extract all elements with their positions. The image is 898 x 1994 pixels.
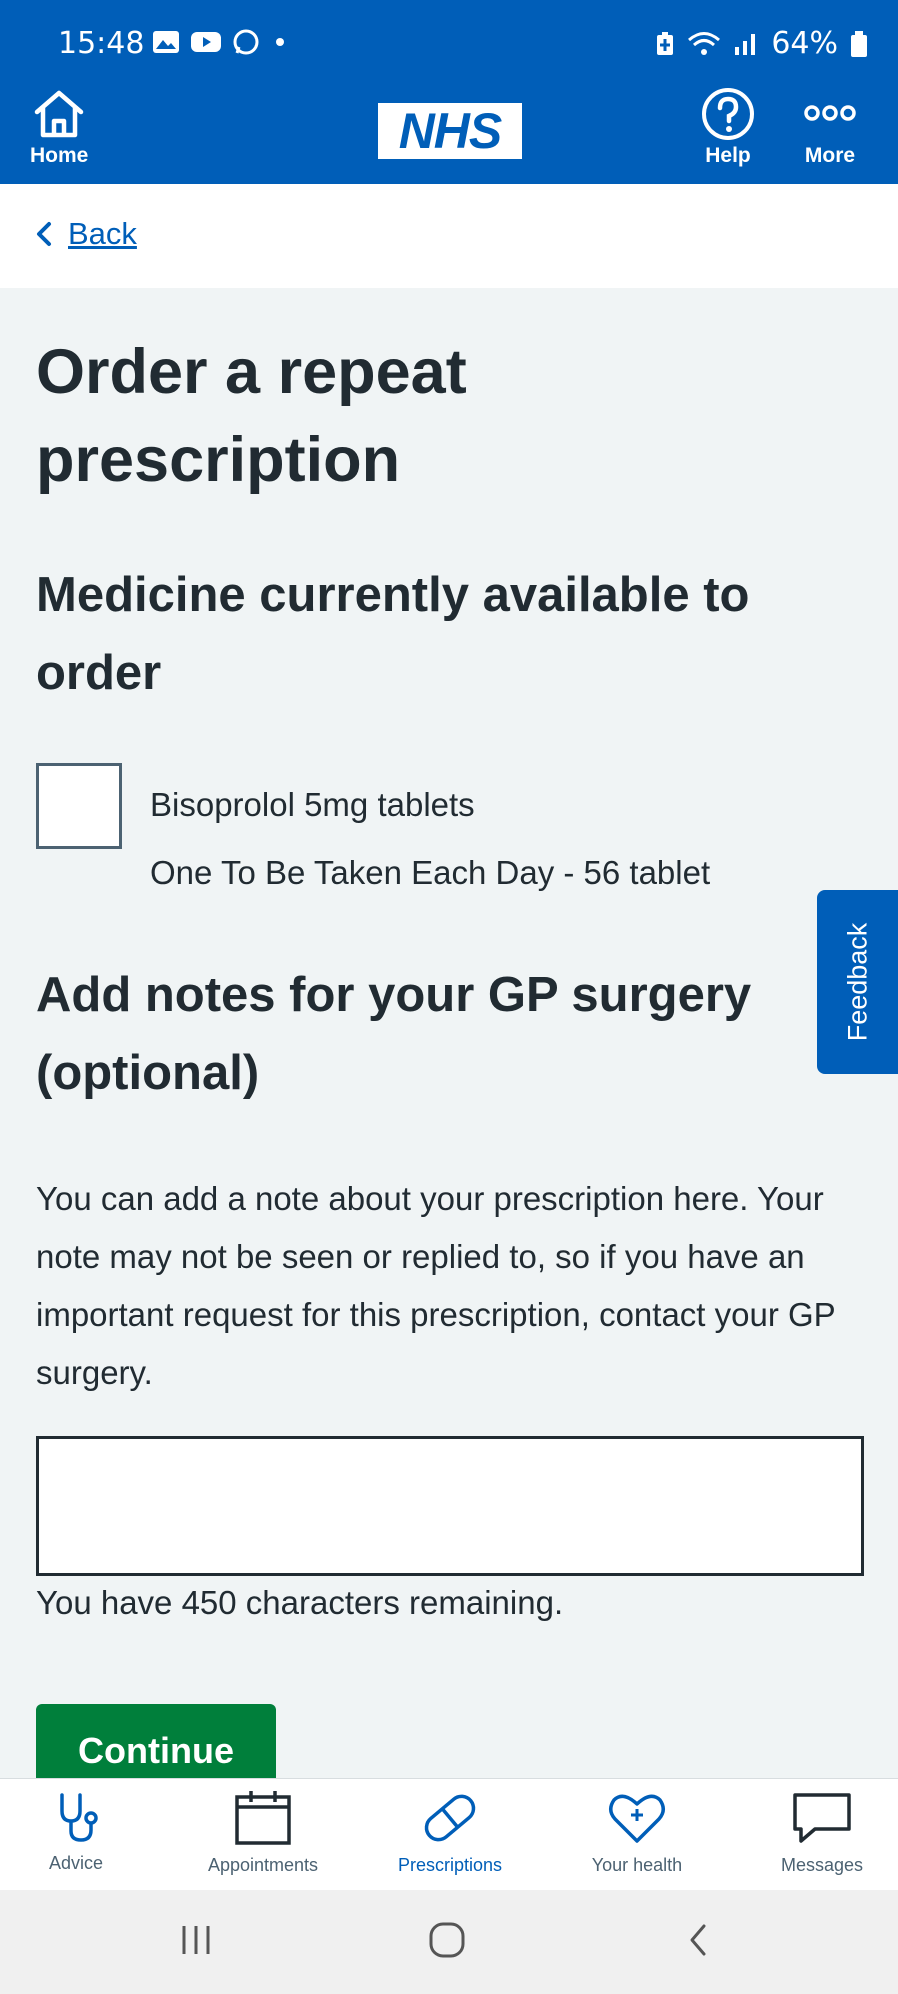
whatsapp-icon <box>233 29 259 55</box>
help-button[interactable]: Help <box>700 86 756 168</box>
dot-icon <box>276 38 284 46</box>
back-link[interactable]: Back <box>36 216 137 252</box>
stethoscope-icon <box>60 1793 98 1842</box>
bottom-navigation: Advice Appointments Prescriptions Your h… <box>0 1778 898 1890</box>
status-bar: 15:48 64% <box>0 0 898 86</box>
nhs-logo: NHS <box>378 103 522 159</box>
more-button[interactable]: More <box>802 86 858 168</box>
status-time: 15:48 <box>58 26 145 61</box>
characters-remaining: You have 450 characters remaining. <box>36 1584 564 1621</box>
tab-messages-label: Messages <box>780 1855 864 1875</box>
help-icon <box>702 88 754 140</box>
home-button[interactable]: Home <box>30 88 88 168</box>
pill-icon <box>424 1794 476 1842</box>
medicine-section-title: Medicine currently available to order <box>36 568 750 700</box>
notification-icons <box>152 28 290 56</box>
home-icon <box>34 90 84 138</box>
tab-advice[interactable]: Advice <box>0 1789 156 1874</box>
help-label: Help <box>705 144 751 167</box>
home-label: Home <box>30 144 89 167</box>
system-back-icon[interactable] <box>684 1920 712 1960</box>
home-circle-icon[interactable] <box>427 1920 467 1960</box>
feedback-label: Feedback <box>842 922 872 1042</box>
page-title: Order a repeat prescription <box>36 337 467 495</box>
calendar-icon <box>235 1791 291 1845</box>
notes-description: You can add a note about your prescripti… <box>36 1180 836 1391</box>
notes-textarea[interactable] <box>36 1436 864 1576</box>
back-label: Back <box>68 216 137 251</box>
tab-your-health-label: Your health <box>591 1855 683 1875</box>
medicine-name: Bisoprolol 5mg tablets <box>150 786 475 823</box>
more-label: More <box>804 144 856 167</box>
signal-icon <box>735 33 756 55</box>
notes-section-title: Add notes for your GP surgery (optional) <box>36 956 898 1112</box>
tab-appointments-label: Appointments <box>207 1855 319 1875</box>
tab-prescriptions-label: Prescriptions <box>397 1855 503 1875</box>
system-status-icons: 64% <box>655 26 868 61</box>
more-icon <box>804 105 856 121</box>
battery-percentage: 64% <box>771 26 838 61</box>
wifi-icon <box>688 31 721 55</box>
chevron-left-icon <box>37 222 51 246</box>
tab-appointments[interactable]: Appointments <box>183 1789 343 1876</box>
notes-section-title-text: Add notes for your GP surgery (optional) <box>36 968 752 1100</box>
speech-bubble-icon <box>793 1793 851 1843</box>
battery-saver-icon <box>657 31 674 55</box>
youtube-icon <box>191 32 221 52</box>
tab-messages[interactable]: Messages <box>742 1789 898 1876</box>
tab-your-health[interactable]: Your health <box>557 1789 717 1876</box>
app-header: 15:48 64% Home NHS Help More <box>0 0 898 184</box>
tab-prescriptions[interactable]: Prescriptions <box>370 1789 530 1876</box>
gallery-icon <box>153 31 179 53</box>
recent-apps-icon[interactable] <box>178 1920 214 1960</box>
tab-advice-label: Advice <box>48 1853 104 1873</box>
medicine-checkbox[interactable] <box>36 763 122 849</box>
battery-icon <box>851 30 867 57</box>
medicine-dosage: One To Be Taken Each Day - 56 tablet <box>150 854 711 891</box>
heart-icon <box>609 1794 665 1843</box>
system-navigation-bar <box>0 1890 898 1994</box>
feedback-tab[interactable]: Feedback <box>817 890 898 1074</box>
